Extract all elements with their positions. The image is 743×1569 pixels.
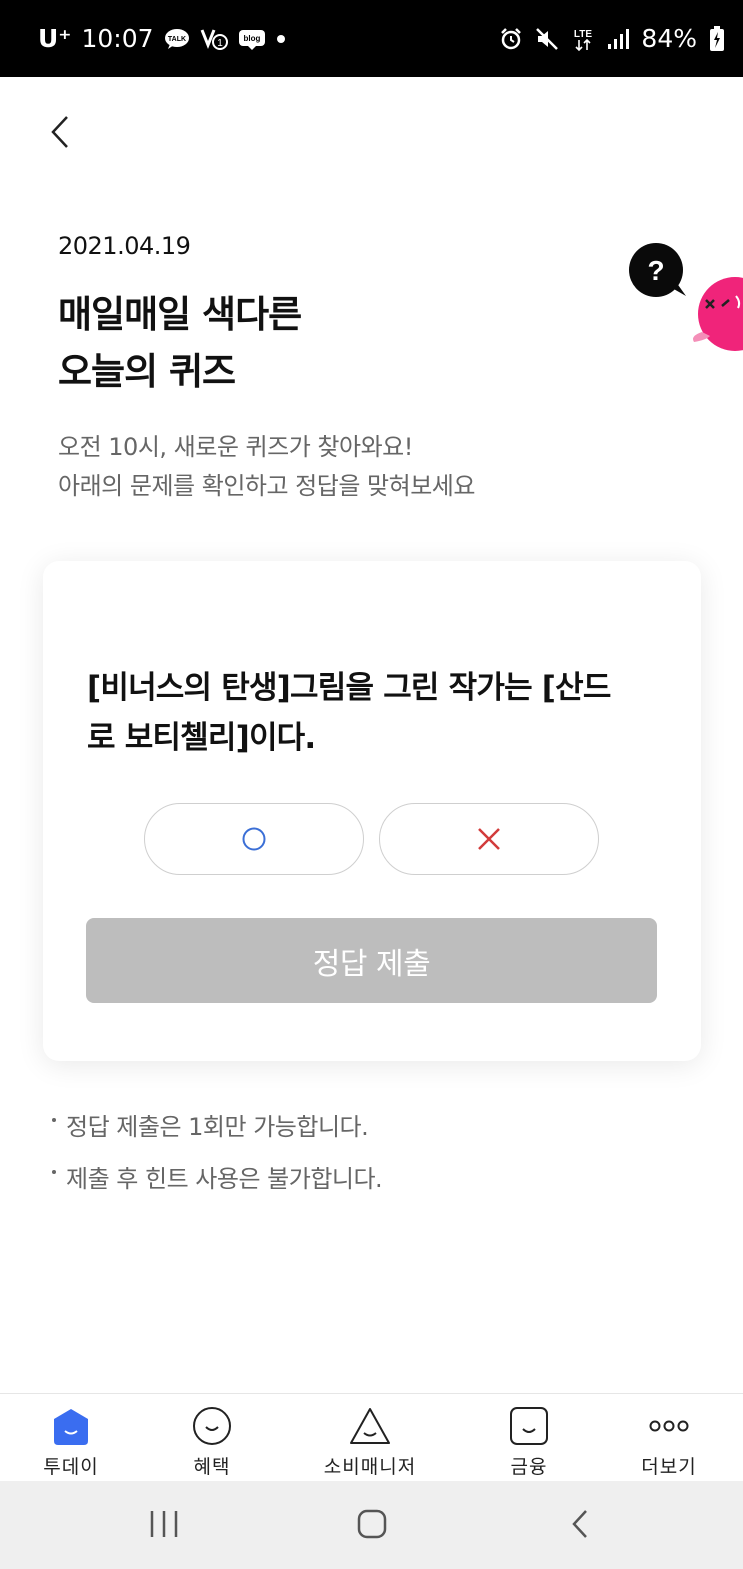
carrier-label: U⁺ (38, 24, 72, 53)
recents-icon (150, 1511, 178, 1537)
nav-label: 혜택 (193, 1456, 231, 1478)
lte-icon: LTE (571, 26, 595, 52)
title-line-1: 매일매일 색다른 (58, 293, 302, 336)
status-bar: U⁺ 10:07 TALK 1 blog LTE 84% (0, 0, 743, 77)
battery-icon (709, 25, 725, 52)
subtitle-line-1: 오전 10시, 새로운 퀴즈가 찾아와요! (58, 433, 413, 461)
home-icon (54, 1409, 88, 1445)
quiz-date: 2021.04.19 (58, 232, 191, 260)
quiz-mascot: ? (626, 240, 743, 355)
nav-label: 투데이 (43, 1456, 99, 1478)
answer-o-button[interactable] (144, 803, 364, 875)
question-bubble-icon: ? (629, 243, 686, 297)
chevron-left-icon (51, 116, 68, 148)
list-item: 제출 후 힌트 사용은 불가합니다. (52, 1156, 383, 1196)
system-back-button[interactable] (550, 1499, 610, 1549)
home-button[interactable] (342, 1499, 402, 1549)
cross-icon (478, 828, 500, 850)
list-item: 정답 제출은 1회만 가능합니다. (52, 1104, 382, 1144)
talk-icon: TALK (164, 28, 190, 50)
smile-circle-icon (193, 1407, 231, 1445)
back-icon (572, 1510, 587, 1538)
svg-text:?: ? (647, 255, 664, 286)
square-smile-icon (510, 1407, 548, 1445)
nav-item-finance[interactable]: 금융 (474, 1394, 584, 1482)
question-line-1: [비너스의 탄생]그림을 그린 작가는 [산드 (87, 670, 611, 706)
circle-icon (242, 827, 266, 851)
triangle-smile-icon (350, 1408, 390, 1444)
bullet-icon (52, 1118, 56, 1122)
bottom-navigation: 투데이 혜택 소비매니저 금융 더보기 (0, 1393, 743, 1482)
pink-character-icon (693, 277, 743, 351)
nav-label: 더보기 (641, 1456, 697, 1478)
submit-answer-button[interactable]: 정답 제출 (86, 918, 657, 1003)
vpn-icon: 1 (200, 27, 228, 51)
svg-text:blog: blog (243, 34, 260, 43)
nav-item-benefits[interactable]: 혜택 (157, 1394, 267, 1482)
page-title: 매일매일 색다른 오늘의 퀴즈 (58, 286, 302, 400)
nav-item-today[interactable]: 투데이 (16, 1394, 126, 1482)
blog-icon: blog (238, 28, 266, 50)
quiz-card: [비너스의 탄생]그림을 그린 작가는 [산드 로 보티첼리]이다. 정답 제출 (43, 561, 701, 1061)
svg-text:LTE: LTE (574, 29, 592, 40)
alarm-icon (499, 27, 523, 51)
svg-text:1: 1 (217, 38, 223, 49)
svg-text:TALK: TALK (167, 36, 185, 43)
subtitle-line-2: 아래의 문제를 확인하고 정답을 맞혀보세요 (58, 472, 475, 500)
bullet-icon (52, 1170, 56, 1174)
back-button[interactable] (40, 110, 80, 154)
page-subtitle: 오전 10시, 새로운 퀴즈가 찾아와요! 아래의 문제를 확인하고 정답을 맞… (58, 428, 475, 506)
more-dots-icon (649, 1420, 689, 1432)
notice-list: 정답 제출은 1회만 가능합니다. 제출 후 힌트 사용은 불가합니다. (52, 1104, 383, 1208)
dot-icon (276, 34, 286, 44)
nav-label: 금융 (510, 1456, 548, 1478)
notice-text: 정답 제출은 1회만 가능합니다. (66, 1112, 369, 1141)
battery-percent: 84% (641, 24, 697, 53)
answer-x-button[interactable] (379, 803, 599, 875)
notice-text: 제출 후 힌트 사용은 불가합니다. (66, 1164, 383, 1193)
title-line-2: 오늘의 퀴즈 (58, 350, 236, 393)
signal-icon (607, 28, 630, 50)
system-navigation-bar (0, 1481, 743, 1569)
nav-item-more[interactable]: 더보기 (614, 1394, 724, 1482)
question-line-2: 로 보티첼리]이다. (87, 720, 316, 756)
home-button-icon (357, 1509, 387, 1539)
nav-label: 소비매니저 (323, 1456, 417, 1478)
quiz-question: [비너스의 탄생]그림을 그린 작가는 [산드 로 보티첼리]이다. (87, 663, 667, 763)
mute-icon (535, 27, 559, 51)
nav-item-spending-manager[interactable]: 소비매니저 (315, 1394, 425, 1482)
clock: 10:07 (81, 24, 154, 53)
recents-button[interactable] (134, 1499, 194, 1549)
